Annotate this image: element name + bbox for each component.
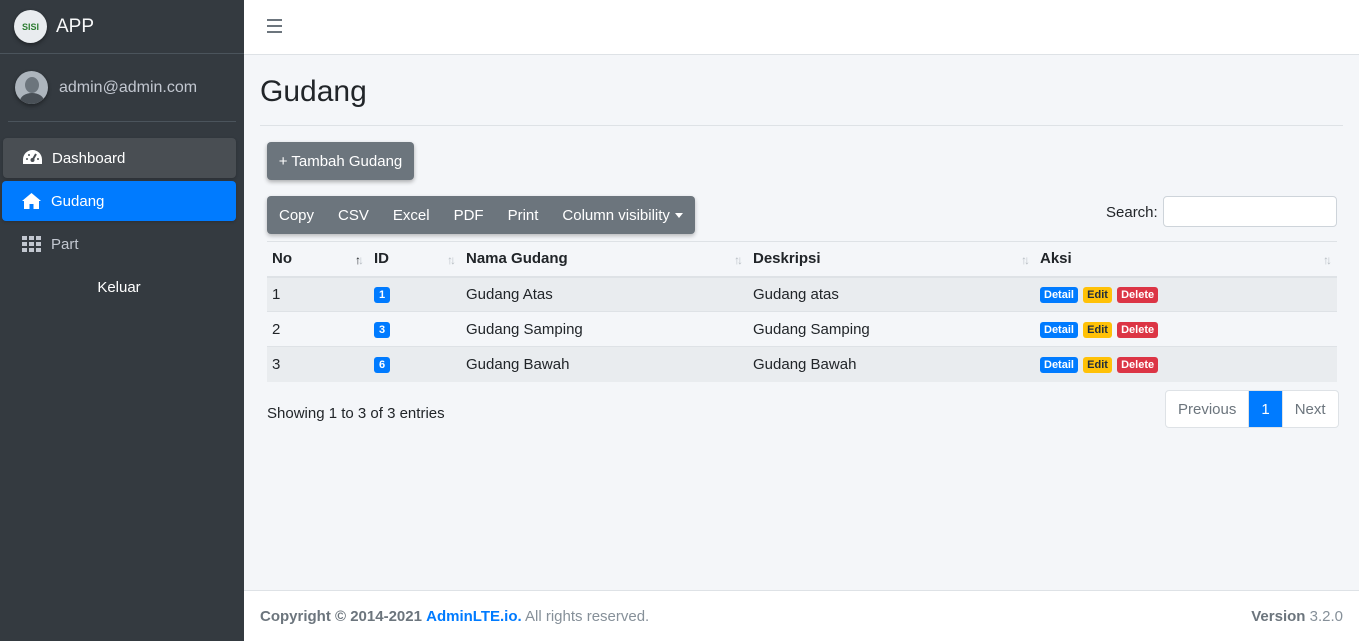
- export-button-group: Copy CSV Excel PDF Print Column visibili…: [267, 196, 695, 234]
- table-row: 3 6 Gudang Bawah Gudang Bawah Detail Edi…: [267, 346, 1337, 382]
- home-icon: [21, 192, 42, 210]
- main-content: Gudang + Tambah Gudang Copy CSV Excel PD…: [244, 55, 1359, 590]
- column-visibility-label: Column visibility: [562, 206, 670, 224]
- sidebar: SISI APP admin@admin.com Dashboard Gudan…: [0, 0, 244, 641]
- sort-icon: ↑↓: [1323, 253, 1332, 267]
- detail-button[interactable]: Detail: [1040, 322, 1078, 338]
- version-info: Version 3.2.0: [1251, 608, 1343, 625]
- column-header-nama-gudang[interactable]: Nama Gudang ↑↓: [461, 241, 748, 278]
- add-gudang-button[interactable]: + Tambah Gudang: [267, 142, 414, 180]
- delete-button[interactable]: Delete: [1117, 357, 1159, 374]
- next-page-button[interactable]: Next: [1281, 391, 1338, 427]
- sort-icon: ↑↓: [447, 253, 456, 267]
- print-button[interactable]: Print: [496, 196, 551, 234]
- csv-button[interactable]: CSV: [326, 196, 381, 234]
- cell-aksi: Detail Edit Delete: [1035, 311, 1337, 347]
- cell-id: 1: [369, 276, 461, 312]
- column-header-aksi[interactable]: Aksi ↑↓: [1035, 241, 1337, 278]
- edit-button[interactable]: Edit: [1083, 287, 1112, 304]
- cell-aksi: Detail Edit Delete: [1035, 276, 1337, 312]
- cell-id: 6: [369, 346, 461, 382]
- cell-deskripsi: Gudang atas: [748, 276, 1035, 312]
- search-label: Search:: [1106, 204, 1158, 221]
- edit-button[interactable]: Edit: [1083, 322, 1112, 338]
- sort-asc-icon: ↑↓: [355, 253, 364, 267]
- cell-no: 3: [267, 346, 369, 382]
- previous-page-button[interactable]: Previous: [1166, 391, 1250, 427]
- cell-no: 2: [267, 311, 369, 347]
- column-header-deskripsi[interactable]: Deskripsi ↑↓: [748, 241, 1035, 278]
- user-name[interactable]: admin@admin.com: [59, 79, 197, 97]
- table-row: 1 1 Gudang Atas Gudang atas Detail Edit …: [267, 276, 1337, 312]
- cell-aksi: Detail Edit Delete: [1035, 346, 1337, 382]
- cell-deskripsi: Gudang Bawah: [748, 346, 1035, 382]
- tachometer-icon: [22, 149, 43, 167]
- excel-button[interactable]: Excel: [381, 196, 442, 234]
- detail-button[interactable]: Detail: [1040, 287, 1078, 304]
- sidebar-item-part[interactable]: Part: [2, 224, 236, 264]
- cell-nama: Gudang Bawah: [461, 346, 748, 382]
- sidebar-item-label: Dashboard: [52, 149, 126, 167]
- divider: [260, 125, 1343, 126]
- id-badge: 6: [374, 357, 391, 374]
- caret-down-icon: [674, 213, 683, 219]
- cell-no: 1: [267, 276, 369, 312]
- footer: Copyright © 2014-2021 AdminLTE.io. All r…: [244, 590, 1359, 641]
- table-header-row: No ↑↓ ID ↑↓ Nama Gudang ↑↓ Deskripsi ↑↓ Aksi…: [267, 241, 1337, 278]
- sort-icon: ↑↓: [734, 253, 743, 267]
- table-row: 2 3 Gudang Samping Gudang Samping Detail…: [267, 311, 1337, 347]
- pdf-button[interactable]: PDF: [442, 196, 496, 234]
- column-visibility-button[interactable]: Column visibility: [550, 196, 695, 234]
- table-info: Showing 1 to 3 of 3 entries: [267, 405, 445, 422]
- cell-deskripsi: Gudang Samping: [748, 311, 1035, 347]
- id-badge: 1: [374, 287, 391, 304]
- delete-button[interactable]: Delete: [1117, 287, 1159, 304]
- sidebar-item-label: Part: [51, 235, 79, 253]
- logout-label: Keluar: [97, 278, 141, 296]
- column-header-id[interactable]: ID ↑↓: [369, 241, 461, 278]
- brand-logo: SISI: [14, 10, 47, 43]
- logout-link[interactable]: Keluar: [2, 267, 236, 307]
- adminlte-link[interactable]: AdminLTE.io.: [426, 608, 522, 625]
- grid-icon: [21, 235, 42, 253]
- id-badge: 3: [374, 322, 391, 338]
- search-input[interactable]: [1163, 196, 1337, 227]
- page-title: Gudang: [260, 75, 367, 108]
- edit-button[interactable]: Edit: [1083, 357, 1112, 374]
- sidebar-nav: Dashboard Gudang Part Keluar: [0, 122, 244, 307]
- pagination: Previous 1 Next: [1165, 390, 1339, 428]
- sidebar-item-label: Gudang: [51, 192, 105, 210]
- sidebar-item-dashboard[interactable]: Dashboard: [3, 138, 236, 178]
- gudang-table: No ↑↓ ID ↑↓ Nama Gudang ↑↓ Deskripsi ↑↓ Aksi…: [267, 241, 1337, 382]
- menu-toggle-icon[interactable]: [267, 19, 282, 33]
- avatar: [15, 71, 48, 104]
- sort-icon: ↑↓: [1021, 253, 1030, 267]
- cell-nama: Gudang Samping: [461, 311, 748, 347]
- top-navbar: [244, 0, 1359, 55]
- user-panel[interactable]: admin@admin.com: [8, 54, 236, 122]
- detail-button[interactable]: Detail: [1040, 357, 1078, 374]
- version-label: Version: [1251, 607, 1306, 625]
- copyright: Copyright © 2014-2021 AdminLTE.io. All r…: [260, 608, 649, 625]
- cell-id: 3: [369, 311, 461, 347]
- brand-title: APP: [56, 15, 95, 37]
- copy-button[interactable]: Copy: [267, 196, 326, 234]
- sidebar-item-gudang[interactable]: Gudang: [2, 181, 236, 221]
- column-header-no[interactable]: No ↑↓: [267, 241, 369, 278]
- page-1-button[interactable]: 1: [1249, 391, 1282, 427]
- brand-link[interactable]: SISI APP: [0, 0, 244, 54]
- cell-nama: Gudang Atas: [461, 276, 748, 312]
- delete-button[interactable]: Delete: [1117, 322, 1159, 338]
- rights-text: All rights reserved.: [525, 607, 650, 625]
- version-number: 3.2.0: [1309, 607, 1343, 625]
- copyright-text: Copyright © 2014-2021: [260, 607, 422, 625]
